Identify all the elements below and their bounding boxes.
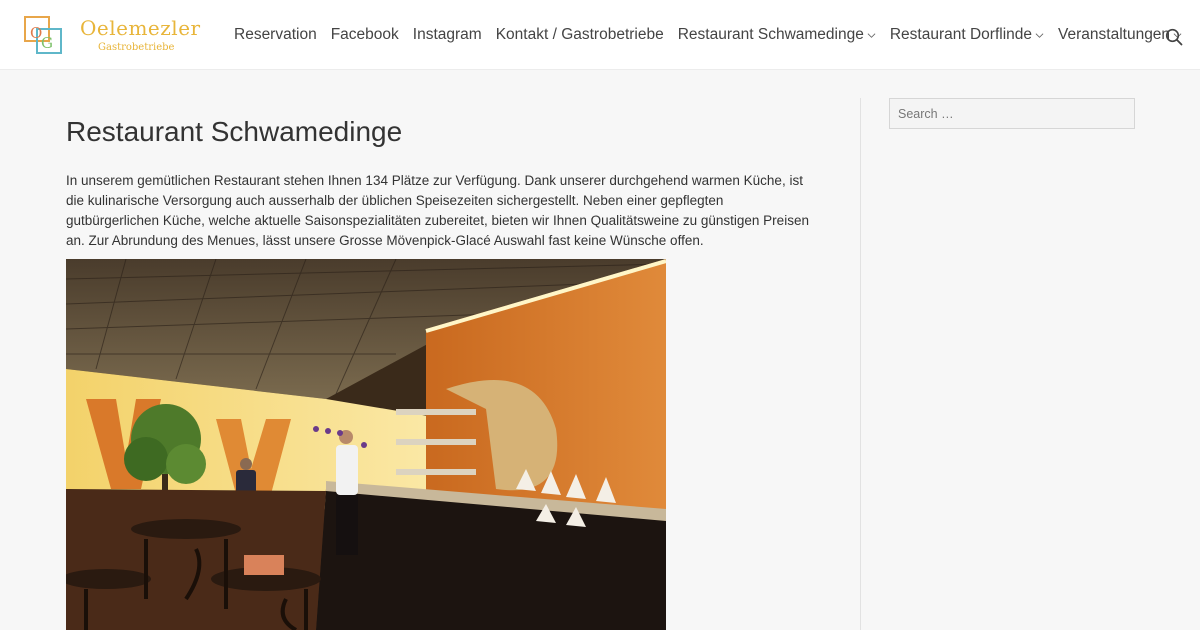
nav-item-label: Kontakt / Gastrobetriebe xyxy=(495,26,664,43)
site-header: O G Oelemezler Gastrobetriebe Reservatio… xyxy=(0,0,1200,70)
nav-item-label: Instagram xyxy=(412,26,482,43)
sidebar-divider xyxy=(860,98,861,630)
nav-item-restaurant-schwamedinge[interactable]: Restaurant Schwamedinge xyxy=(678,26,876,44)
nav-item-reservation[interactable]: Reservation xyxy=(234,26,317,44)
chevron-down-icon xyxy=(1035,32,1044,38)
svg-text:G: G xyxy=(41,34,53,52)
nav-item-facebook[interactable]: Facebook xyxy=(331,26,399,44)
page-title: Restaurant Schwamedinge xyxy=(66,116,403,147)
sidebar-search-input[interactable] xyxy=(889,98,1135,129)
restaurant-photo xyxy=(66,259,666,630)
nav-item-kontakt[interactable]: Kontakt / Gastrobetriebe xyxy=(496,26,664,44)
nav-item-label: Reservation xyxy=(234,26,317,43)
site-logo[interactable]: O G Oelemezler Gastrobetriebe xyxy=(24,14,200,58)
nav-item-label: Facebook xyxy=(330,26,399,43)
chevron-down-icon xyxy=(867,32,876,38)
nav-item-veranstaltungen[interactable]: Veranstaltungen xyxy=(1058,26,1182,44)
main-nav: Reservation Facebook Instagram Kontakt /… xyxy=(234,24,1182,46)
logo-mark: O G xyxy=(24,16,62,54)
nav-item-label: Restaurant Schwamedinge xyxy=(677,26,864,43)
main-content: Restaurant Schwamedinge In unserem gemüt… xyxy=(66,115,826,248)
nav-item-label: Restaurant Dorflinde xyxy=(889,26,1033,43)
nav-item-restaurant-dorflinde[interactable]: Restaurant Dorflinde xyxy=(890,26,1044,44)
logo-title: Oelemezler xyxy=(80,16,201,40)
nav-item-label: Veranstaltungen xyxy=(1058,26,1171,43)
search-icon[interactable] xyxy=(1165,28,1183,46)
logo-subtitle: Gastrobetriebe xyxy=(98,42,175,53)
nav-item-instagram[interactable]: Instagram xyxy=(413,26,482,44)
intro-paragraph: In unserem gemütlichen Restaurant stehen… xyxy=(66,173,809,248)
